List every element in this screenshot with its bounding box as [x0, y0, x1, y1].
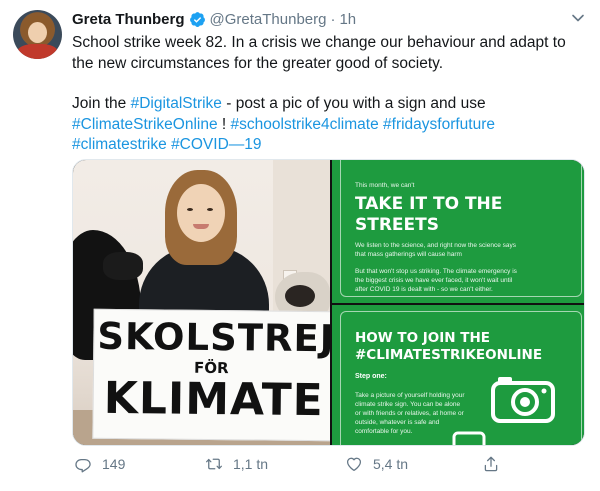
card-body-line: or with friends or relatives, at home or [355, 410, 464, 417]
tweet-paragraph-1: School strike week 82. In a crisis we ch… [72, 34, 566, 72]
tweet-header: Greta Thunberg @GretaThunberg · 1h [72, 9, 356, 29]
retweet-button[interactable]: 1,1 tn [205, 455, 268, 473]
card-headline-2: #CLIMATESTRIKEONLINE [355, 347, 543, 363]
card-body-line: Take a picture of yourself holding your [355, 392, 465, 399]
tweet-actions: 149 1,1 tn 5,4 tn [72, 455, 522, 477]
card-body-line: comfortable for you. [355, 428, 413, 435]
media-grid: SKOLSTREJ FÖR KLIMATE This month, we can… [72, 159, 585, 446]
card-kicker: This month, we can't [355, 182, 415, 189]
retweet-icon [206, 458, 222, 470]
share-button[interactable] [482, 455, 510, 473]
photo-person-mouth [193, 224, 209, 229]
tweet-paragraph-2: Join the #DigitalStrike - post a pic of … [72, 94, 587, 156]
hashtag-link[interactable]: #DigitalStrike [131, 95, 222, 112]
photo-person-face [177, 184, 225, 242]
text-segment: - post a pic of you with a sign and use [221, 95, 486, 112]
avatar-face [28, 22, 47, 43]
hashtag-link[interactable]: #ClimateStrikeOnline [72, 116, 218, 133]
card-headline-1: TAKE IT TO THE [355, 194, 503, 214]
heart-icon [346, 457, 362, 472]
hashtag-link[interactable]: #COVID—19 [171, 136, 261, 153]
card-body-line: after COVID 19 is dealt with - so we can… [355, 286, 493, 293]
hashtag-link[interactable]: #fridaysforfuture [383, 116, 495, 133]
card-headline-2: STREETS [355, 215, 439, 235]
tweet-text: School strike week 82. In a crisis we ch… [72, 33, 587, 156]
author-handle[interactable]: @GretaThunberg [210, 11, 327, 28]
like-count: 5,4 tn [373, 456, 409, 472]
hashtag-link[interactable]: #climatestrike [72, 136, 167, 153]
verified-badge-icon [189, 11, 205, 27]
photo-greta-with-sign[interactable]: SKOLSTREJ FÖR KLIMATE [73, 160, 330, 445]
avatar-shirt [17, 44, 58, 59]
card-body-line: the biggest crisis we have ever faced, i… [355, 277, 513, 284]
phone-icon [452, 431, 486, 445]
sign-line-3: KLIMATE [103, 372, 325, 427]
tweet-timestamp[interactable]: 1h [339, 11, 356, 28]
camera-icon [491, 377, 555, 423]
reply-count: 149 [102, 456, 126, 472]
protest-sign: SKOLSTREJ FÖR KLIMATE [92, 308, 330, 442]
text-segment: ! [217, 115, 231, 133]
info-card-take-it-to-streets[interactable]: This month, we can't TAKE IT TO THE STRE… [332, 160, 584, 303]
photo-dog-snout [103, 252, 143, 280]
card-body-line: that mass gatherings will cause harm [355, 251, 462, 258]
card-body-line: outside, whatever is safe and [355, 419, 440, 426]
text-segment: Join the [72, 95, 131, 112]
card-step-label: Step one: [355, 373, 387, 380]
like-button[interactable]: 5,4 tn [345, 455, 408, 473]
info-card-how-to-join[interactable]: HOW TO JOIN THE #CLIMATESTRIKEONLINE Ste… [332, 305, 584, 445]
photo-person-eye [207, 208, 213, 211]
author-name[interactable]: Greta Thunberg [72, 11, 185, 28]
chevron-down-icon[interactable] [570, 10, 586, 26]
hashtag-link[interactable]: #schoolstrike4climate [231, 116, 379, 133]
photo-dog-white-marking [285, 285, 315, 307]
card-body-line: But that won't stop us striking. The cli… [355, 268, 517, 275]
reply-button[interactable]: 149 [74, 455, 125, 473]
share-icon [484, 456, 498, 472]
photo-person-eye [187, 208, 193, 211]
card-body-line: climate strike sign. You can be alone [355, 401, 461, 408]
card-body-line: We listen to the science, and right now … [355, 242, 517, 249]
avatar[interactable] [13, 10, 62, 59]
card-headline-1: HOW TO JOIN THE [355, 330, 490, 346]
sign-line-1: SKOLSTREJ [97, 314, 330, 361]
reply-icon [75, 459, 91, 473]
separator-dot: · [330, 10, 336, 28]
retweet-count: 1,1 tn [233, 456, 269, 472]
